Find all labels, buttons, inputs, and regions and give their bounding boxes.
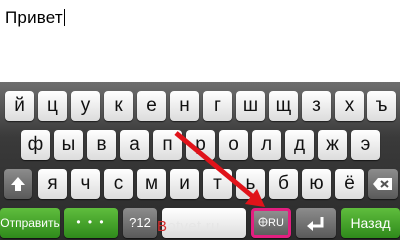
key-х[interactable]: х bbox=[335, 91, 364, 121]
key-а[interactable]: а bbox=[120, 130, 149, 160]
key-л[interactable]: л bbox=[252, 130, 281, 160]
key-з[interactable]: з bbox=[302, 91, 331, 121]
key-п[interactable]: п bbox=[153, 130, 182, 160]
keyboard-row-3: я ч с м и т ь б ю ё bbox=[0, 169, 400, 199]
key-й[interactable]: й bbox=[5, 91, 34, 121]
key-ц[interactable]: ц bbox=[38, 91, 67, 121]
keyboard-row-1: й ц у к е н г ш щ з х ъ bbox=[0, 91, 400, 121]
onscreen-keyboard: й ц у к е н г ш щ з х ъ ф ы в а п р о л … bbox=[0, 82, 400, 240]
key-к[interactable]: к bbox=[104, 91, 133, 121]
enter-key[interactable] bbox=[296, 208, 336, 238]
key-я[interactable]: я bbox=[38, 169, 67, 199]
key-б[interactable]: б bbox=[269, 169, 298, 199]
key-с[interactable]: с bbox=[104, 169, 133, 199]
key-ё[interactable]: ё bbox=[335, 169, 364, 199]
key-р[interactable]: р bbox=[186, 130, 215, 160]
symbols-key[interactable]: ?12 bbox=[123, 208, 157, 238]
key-м[interactable]: м bbox=[137, 169, 166, 199]
language-switch-key[interactable]: RU bbox=[251, 208, 291, 238]
language-label: RU bbox=[268, 217, 284, 229]
shift-key[interactable] bbox=[4, 169, 32, 199]
text-cursor bbox=[63, 9, 65, 26]
watermark: Botvet.ru bbox=[157, 218, 220, 235]
globe-icon bbox=[258, 217, 268, 227]
key-ь[interactable]: ь bbox=[236, 169, 265, 199]
back-button[interactable]: Назад bbox=[341, 208, 400, 238]
backspace-icon bbox=[373, 178, 392, 190]
key-т[interactable]: т bbox=[203, 169, 232, 199]
key-ж[interactable]: ж bbox=[318, 130, 347, 160]
keyboard-row-2: ф ы в а п р о л д ж э bbox=[0, 130, 400, 160]
key-ф[interactable]: ф bbox=[21, 130, 50, 160]
key-ч[interactable]: ч bbox=[71, 169, 100, 199]
backspace-key[interactable] bbox=[368, 169, 398, 199]
key-ю[interactable]: ю bbox=[302, 169, 331, 199]
enter-arrow-icon bbox=[307, 217, 324, 231]
key-ш[interactable]: ш bbox=[236, 91, 265, 121]
message-text-field[interactable]: Привет bbox=[0, 0, 400, 82]
key-э[interactable]: э bbox=[351, 130, 380, 160]
key-о[interactable]: о bbox=[219, 130, 248, 160]
key-и[interactable]: и bbox=[170, 169, 199, 199]
key-ъ[interactable]: ъ bbox=[367, 91, 396, 121]
key-ы[interactable]: ы bbox=[54, 130, 83, 160]
more-button[interactable]: • • • bbox=[64, 208, 118, 238]
typed-text: Привет bbox=[5, 8, 63, 27]
key-н[interactable]: н bbox=[170, 91, 199, 121]
key-у[interactable]: у bbox=[71, 91, 100, 121]
key-щ[interactable]: щ bbox=[269, 91, 298, 121]
shift-arrow-icon bbox=[11, 177, 25, 191]
key-д[interactable]: д bbox=[285, 130, 314, 160]
send-button[interactable]: Отправить bbox=[0, 208, 60, 238]
key-г[interactable]: г bbox=[203, 91, 232, 121]
key-в[interactable]: в bbox=[87, 130, 116, 160]
key-е[interactable]: е bbox=[137, 91, 166, 121]
